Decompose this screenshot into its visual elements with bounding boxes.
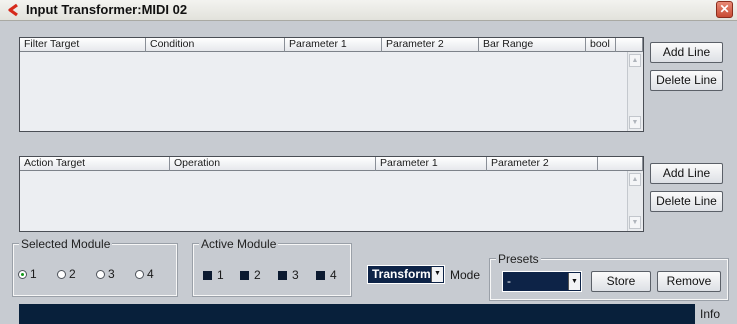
column-header[interactable]: Parameter 2 bbox=[382, 38, 479, 52]
chevron-down-icon: ▼ bbox=[431, 267, 443, 282]
active-module-checkbox-2[interactable]: 2 bbox=[240, 268, 261, 282]
scroll-down-icon[interactable]: ▼ bbox=[629, 116, 641, 129]
selected-module-option-1[interactable]: 1 bbox=[18, 267, 37, 281]
column-header[interactable]: bool bbox=[586, 38, 616, 52]
column-header[interactable]: Operation bbox=[170, 157, 376, 171]
cubase-logo-icon bbox=[8, 3, 18, 17]
action-delete-line-button[interactable]: Delete Line bbox=[650, 191, 723, 212]
action-add-line-button[interactable]: Add Line bbox=[650, 163, 723, 184]
filter-delete-line-button[interactable]: Delete Line bbox=[650, 70, 723, 91]
filter-add-line-button[interactable]: Add Line bbox=[650, 42, 723, 63]
presets-label: Presets bbox=[496, 252, 541, 266]
window-title: Input Transformer:MIDI 02 bbox=[26, 2, 188, 17]
close-button[interactable]: ✕ bbox=[716, 1, 733, 18]
presets-value: - bbox=[507, 274, 511, 288]
mode-dropdown[interactable]: Transform ▼ bbox=[367, 265, 445, 284]
column-header-filler bbox=[616, 38, 643, 52]
action-table[interactable]: Action Target Operation Parameter 1 Para… bbox=[19, 156, 644, 232]
active-module-checkbox-3[interactable]: 3 bbox=[278, 268, 299, 282]
info-label[interactable]: Info bbox=[700, 307, 720, 321]
filter-table[interactable]: Filter Target Condition Parameter 1 Para… bbox=[19, 37, 644, 132]
selected-module-group: Selected Module 1 2 3 4 bbox=[12, 237, 178, 297]
checkbox-icon bbox=[278, 270, 287, 280]
scroll-up-icon[interactable]: ▲ bbox=[629, 173, 641, 186]
action-table-body[interactable] bbox=[20, 171, 628, 231]
active-module-group: Active Module 1 2 3 4 bbox=[192, 237, 352, 297]
column-header[interactable]: Condition bbox=[146, 38, 285, 52]
selected-module-label: Selected Module bbox=[19, 237, 113, 251]
scroll-up-icon[interactable]: ▲ bbox=[629, 54, 641, 67]
column-header[interactable]: Bar Range bbox=[479, 38, 586, 52]
column-header[interactable]: Action Target bbox=[20, 157, 170, 171]
presets-group: Presets - ▼ Store Remove bbox=[489, 252, 729, 301]
selected-module-option-3[interactable]: 3 bbox=[96, 267, 115, 281]
filter-table-header: Filter Target Condition Parameter 1 Para… bbox=[20, 38, 643, 52]
selected-module-option-4[interactable]: 4 bbox=[135, 267, 154, 281]
active-module-label: Active Module bbox=[199, 237, 279, 251]
checkbox-icon bbox=[203, 270, 212, 280]
remove-button[interactable]: Remove bbox=[657, 271, 721, 292]
action-table-scrollbar[interactable]: ▲ ▼ bbox=[627, 171, 643, 231]
info-bar bbox=[19, 304, 695, 324]
active-module-checkbox-4[interactable]: 4 bbox=[316, 268, 337, 282]
action-table-header: Action Target Operation Parameter 1 Para… bbox=[20, 157, 643, 171]
filter-table-body[interactable] bbox=[20, 52, 628, 131]
title-bar: Input Transformer:MIDI 02 ✕ bbox=[0, 0, 737, 21]
store-button[interactable]: Store bbox=[591, 271, 651, 292]
chevron-down-icon: ▼ bbox=[568, 273, 580, 290]
scroll-down-icon[interactable]: ▼ bbox=[629, 216, 641, 229]
mode-label: Mode bbox=[450, 268, 481, 282]
close-icon: ✕ bbox=[719, 2, 730, 16]
column-header-filler bbox=[598, 157, 643, 171]
radio-icon bbox=[135, 269, 144, 279]
column-header[interactable]: Filter Target bbox=[20, 38, 146, 52]
filter-table-scrollbar[interactable]: ▲ ▼ bbox=[627, 52, 643, 131]
checkbox-icon bbox=[316, 270, 325, 280]
mode-value: Transform bbox=[372, 267, 431, 281]
checkbox-icon bbox=[240, 270, 249, 280]
column-header[interactable]: Parameter 1 bbox=[285, 38, 382, 52]
radio-icon bbox=[96, 269, 105, 279]
radio-icon bbox=[57, 269, 66, 279]
presets-dropdown[interactable]: - ▼ bbox=[502, 271, 582, 292]
active-module-checkbox-1[interactable]: 1 bbox=[203, 268, 224, 282]
radio-selected-icon bbox=[18, 269, 27, 279]
column-header[interactable]: Parameter 1 bbox=[376, 157, 487, 171]
selected-module-option-2[interactable]: 2 bbox=[57, 267, 76, 281]
column-header[interactable]: Parameter 2 bbox=[487, 157, 598, 171]
